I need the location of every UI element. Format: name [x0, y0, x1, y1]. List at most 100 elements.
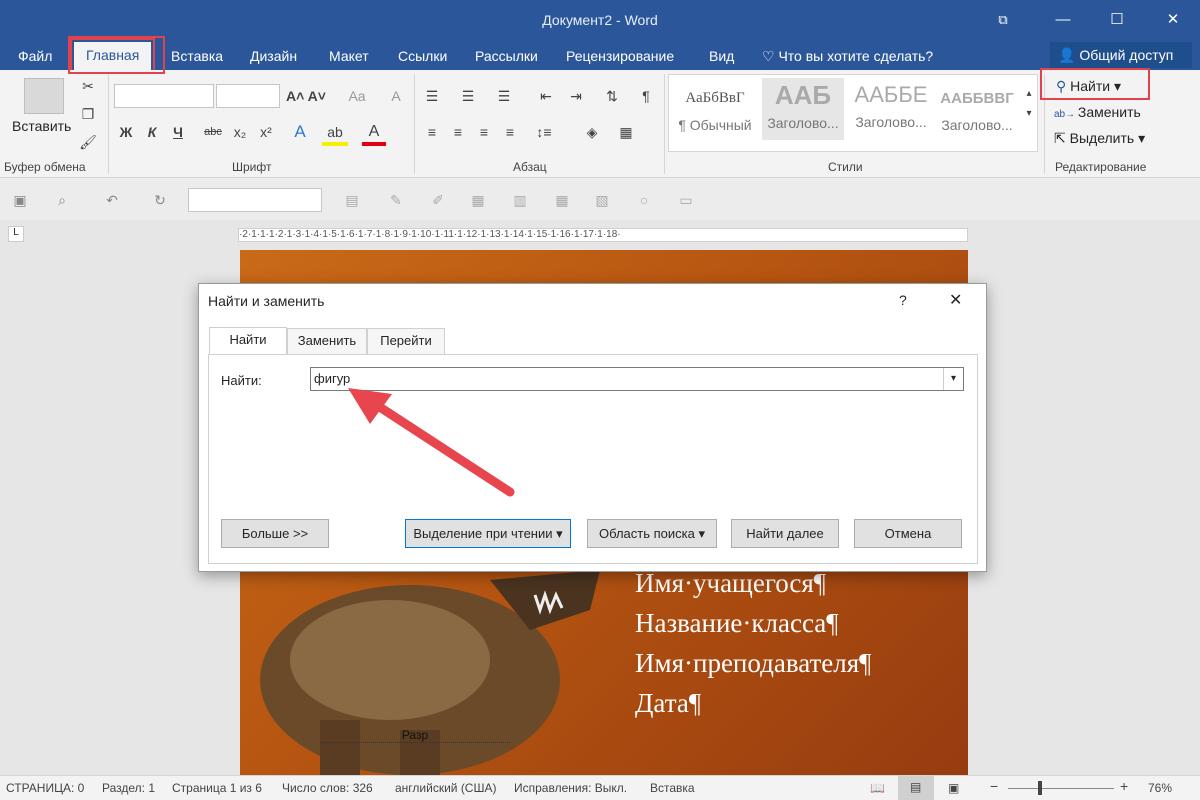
read-mode-icon[interactable]: 📖 — [870, 781, 885, 795]
subscript-button[interactable]: x₂ — [230, 122, 250, 142]
dialog-close-icon[interactable]: ✕ — [949, 290, 962, 310]
reading-highlight-button[interactable]: Выделение при чтении ▾ — [405, 519, 571, 548]
doc-line-student-name[interactable]: Имя·учащегося¶ — [635, 568, 826, 599]
tab-selector[interactable]: L — [8, 226, 24, 242]
print-preview-icon[interactable]: ⌕ — [50, 190, 74, 210]
shading-icon[interactable]: ◈ — [580, 122, 604, 142]
borders-icon[interactable]: ▦ — [614, 122, 638, 142]
grow-font-icon[interactable]: A˄ A˅ — [286, 86, 326, 106]
find-next-button[interactable]: Найти далее — [731, 519, 839, 548]
qat-tool-icon[interactable]: ▧ — [592, 190, 612, 210]
increase-indent-icon[interactable]: ⇥ — [566, 86, 586, 106]
superscript-button[interactable]: x² — [256, 122, 276, 142]
qat-tool-icon[interactable]: ○ — [634, 190, 654, 210]
style-heading2[interactable]: ААББЕ Заголово... — [850, 78, 932, 140]
zoom-slider[interactable] — [1008, 788, 1114, 789]
tab-mailings[interactable]: Рассылки — [475, 46, 538, 70]
horizontal-ruler[interactable]: ·2·1·1·1·2·1·3·1·4·1·5·1·6·1·7·1·8·1·9·1… — [238, 228, 968, 242]
cancel-button[interactable]: Отмена — [854, 519, 962, 548]
status-language[interactable]: английский (США) — [395, 781, 496, 795]
align-center-icon[interactable]: ≡ — [448, 122, 468, 142]
status-insert-mode[interactable]: Вставка — [650, 781, 695, 795]
close-button[interactable]: ✕ — [1150, 6, 1196, 34]
tell-me-box[interactable]: ♡ Что вы хотите сделать? — [762, 46, 933, 70]
style-heading1[interactable]: ААБ Заголово... — [762, 78, 844, 140]
doc-line-teacher-name[interactable]: Имя·преподавателя¶ — [635, 648, 871, 679]
tab-review[interactable]: Рецензирование — [566, 46, 674, 70]
highlight-color-icon[interactable]: ab — [322, 122, 348, 146]
qat-dropdown[interactable] — [188, 188, 322, 212]
status-page-of[interactable]: Страница 1 из 6 — [172, 781, 262, 795]
qat-tool-icon[interactable]: ▥ — [510, 190, 530, 210]
underline-button[interactable]: Ч — [168, 122, 188, 142]
tab-find[interactable]: Найти — [209, 327, 287, 355]
bold-button[interactable]: Ж — [116, 122, 136, 142]
format-painter-icon[interactable]: 🖌 — [78, 132, 98, 152]
chevron-down-icon[interactable]: ▾ — [943, 368, 963, 390]
help-button[interactable]: ? — [899, 292, 907, 308]
minimize-button[interactable]: — — [1040, 6, 1086, 34]
style-normal[interactable]: АаБбВвГ ¶ Обычный — [674, 78, 756, 140]
align-right-icon[interactable]: ≡ — [474, 122, 494, 142]
tab-goto[interactable]: Перейти — [367, 328, 445, 354]
status-word-count[interactable]: Число слов: 326 — [282, 781, 373, 795]
tab-insert[interactable]: Вставка — [171, 46, 223, 70]
gallery-scroll-icon[interactable]: ▴ ▾ — [1022, 84, 1036, 124]
font-size-dropdown[interactable] — [216, 84, 280, 108]
doc-line-date[interactable]: Дата¶ — [635, 688, 701, 719]
paste-button[interactable]: Вставить — [12, 118, 71, 134]
web-layout-icon[interactable]: ▣ — [948, 781, 959, 795]
zoom-out-icon[interactable]: − — [990, 778, 998, 794]
zoom-in-icon[interactable]: + — [1120, 778, 1128, 794]
multilevel-list-icon[interactable]: ☰ — [494, 86, 514, 106]
text-effects-icon[interactable]: A — [288, 122, 312, 142]
zoom-slider-thumb[interactable] — [1038, 781, 1042, 795]
numbering-icon[interactable]: ☰ — [458, 86, 478, 106]
show-marks-icon[interactable]: ¶ — [636, 86, 656, 106]
qat-tool-icon[interactable]: ✎ — [386, 190, 406, 210]
ribbon-display-options-icon[interactable]: ⧉ — [980, 6, 1026, 34]
qat-tool-icon[interactable]: ▦ — [468, 190, 488, 210]
more-button[interactable]: Больше >> — [221, 519, 329, 548]
clear-formatting-icon[interactable]: A — [386, 86, 406, 106]
zoom-level[interactable]: 76% — [1148, 781, 1172, 795]
qat-tool-icon[interactable]: ▤ — [342, 190, 362, 210]
italic-button[interactable]: К — [142, 122, 162, 142]
redo-icon[interactable]: ↻ — [148, 190, 172, 210]
tab-replace[interactable]: Заменить — [287, 328, 367, 354]
replace-button[interactable]: ab→ Заменить — [1054, 104, 1141, 120]
footer-text[interactable]: Разр — [320, 728, 510, 743]
tab-view[interactable]: Вид — [709, 46, 734, 70]
status-page[interactable]: СТРАНИЦА: 0 — [6, 781, 84, 795]
line-spacing-icon[interactable]: ↕≡ — [532, 122, 556, 142]
copy-icon[interactable]: ❐ — [78, 104, 98, 124]
justify-icon[interactable]: ≡ — [500, 122, 520, 142]
font-name-dropdown[interactable] — [114, 84, 214, 108]
sort-icon[interactable]: ⇅ — [602, 86, 622, 106]
undo-icon[interactable]: ↶ — [100, 190, 124, 210]
status-section[interactable]: Раздел: 1 — [102, 781, 155, 795]
doc-line-class-name[interactable]: Название·класса¶ — [635, 608, 839, 639]
status-track-changes[interactable]: Исправления: Выкл. — [514, 781, 627, 795]
strikethrough-button[interactable]: abc — [200, 122, 226, 142]
bullets-icon[interactable]: ☰ — [422, 86, 442, 106]
share-button[interactable]: 👤 Общий доступ — [1050, 42, 1192, 68]
font-color-icon[interactable]: A — [362, 122, 386, 146]
style-heading3[interactable]: ААББВВГ Заголово... — [936, 78, 1018, 140]
change-case-icon[interactable]: Aa — [342, 86, 372, 106]
tab-layout[interactable]: Макет — [329, 46, 369, 70]
select-button[interactable]: ⇱ Выделить ▾ — [1054, 130, 1145, 147]
decrease-indent-icon[interactable]: ⇤ — [536, 86, 556, 106]
qat-tool-icon[interactable]: ✐ — [428, 190, 448, 210]
cut-icon[interactable]: ✂ — [78, 76, 98, 96]
qat-tool-icon[interactable]: ▦ — [552, 190, 572, 210]
qat-tool-icon[interactable]: ▭ — [676, 190, 696, 210]
tab-design[interactable]: Дизайн — [250, 46, 297, 70]
print-layout-button[interactable]: ▤ — [898, 776, 934, 800]
maximize-button[interactable]: ☐ — [1094, 6, 1140, 34]
search-in-button[interactable]: Область поиска ▾ — [587, 519, 717, 548]
save-icon[interactable]: ▣ — [10, 190, 30, 210]
tab-file[interactable]: Файл — [18, 46, 52, 70]
tab-references[interactable]: Ссылки — [398, 46, 447, 70]
align-left-icon[interactable]: ≡ — [422, 122, 442, 142]
